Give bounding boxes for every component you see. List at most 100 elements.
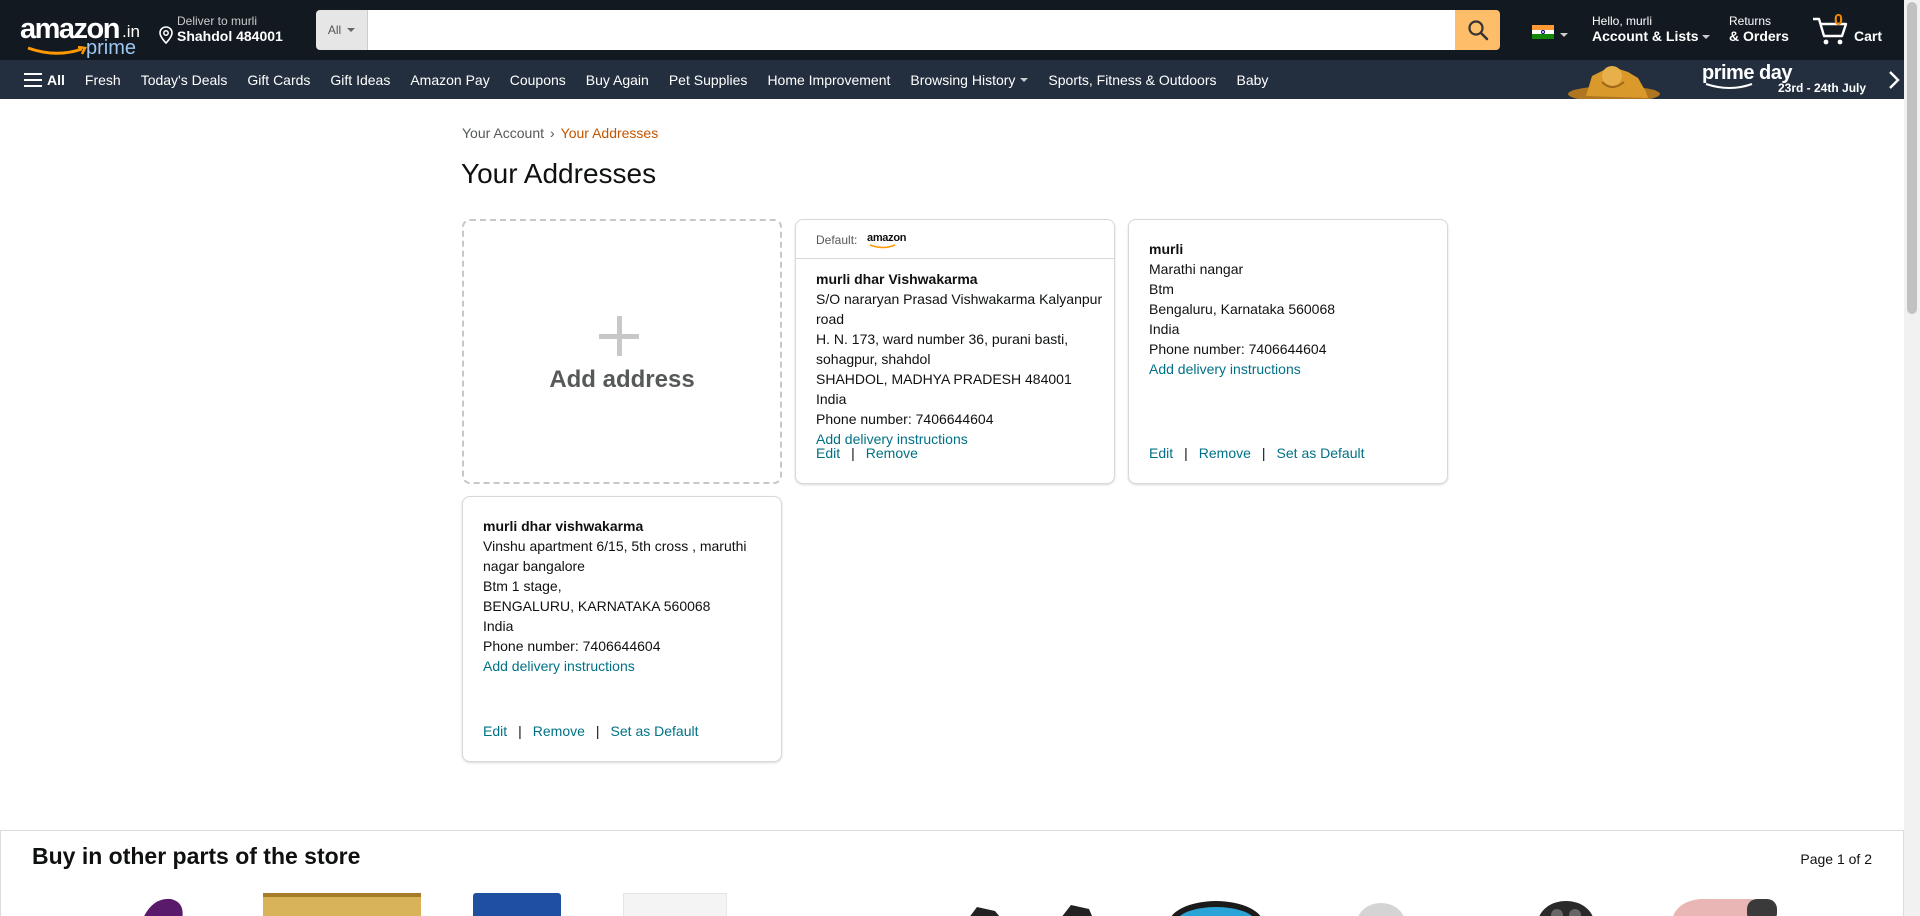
product-thumbnail[interactable] — [961, 893, 1131, 916]
edit-link[interactable]: Edit — [1149, 445, 1173, 461]
plus-icon — [599, 316, 639, 356]
buy-in-other-parts-section: Buy in other parts of the store Page 1 o… — [0, 830, 1904, 916]
scrollbar-thumb[interactable] — [1907, 2, 1917, 314]
product-thumbnail[interactable] — [131, 893, 191, 916]
all-menu-label: All — [47, 71, 65, 88]
returns-line2: & Orders — [1729, 28, 1789, 44]
edit-link[interactable]: Edit — [483, 723, 507, 739]
breadcrumb-your-account[interactable]: Your Account — [462, 125, 544, 141]
add-address-label: Add address — [549, 366, 695, 393]
nav-item-fresh[interactable]: Fresh — [75, 72, 131, 88]
prime-day-promo-banner[interactable]: prime day 23rd - 24th July — [1566, 60, 1904, 99]
nav-item-label: Today's Deals — [140, 71, 228, 88]
nav-item-label: Gift Cards — [247, 71, 311, 88]
set-as-default-link[interactable]: Set as Default — [611, 723, 699, 739]
nav-item-baby[interactable]: Baby — [1226, 72, 1278, 88]
remove-link[interactable]: Remove — [866, 445, 918, 461]
address-actions: Edit | Remove — [816, 445, 918, 461]
product-thumbnail[interactable] — [623, 893, 727, 916]
nav-item-label: Pet Supplies — [668, 71, 748, 88]
address-line: Marathi nangar — [1149, 261, 1244, 277]
remove-link[interactable]: Remove — [533, 723, 585, 739]
default-label: Default: — [816, 233, 858, 247]
product-thumbnail[interactable] — [1531, 893, 1601, 916]
address-text: murli dhar vishwakarma Vinshu apartment … — [483, 516, 773, 676]
set-as-default-link[interactable]: Set as Default — [1277, 445, 1365, 461]
nav-item-gift-ideas[interactable]: Gift Ideas — [320, 72, 400, 88]
product-thumbnail[interactable] — [1161, 893, 1271, 916]
add-address-card[interactable]: Add address — [462, 219, 782, 484]
nav-item-home-improvement[interactable]: Home Improvement — [757, 72, 900, 88]
address-text: murli Marathi nangar Btm Bengaluru, Karn… — [1149, 239, 1439, 379]
search-button[interactable] — [1455, 10, 1500, 50]
nav-item-label: Amazon Pay — [410, 71, 490, 88]
nav-belt: All Fresh Today's Deals Gift Cards Gift … — [0, 60, 1904, 99]
chevron-down-icon — [1560, 33, 1568, 37]
page-scrollbar[interactable] — [1904, 0, 1920, 916]
chevron-down-icon — [347, 28, 356, 32]
nav-item-label: Baby — [1236, 71, 1269, 88]
address-name: murli — [1149, 241, 1184, 257]
cart-icon — [1813, 17, 1848, 45]
address-text: murli dhar Vishwakarma S/O nararyan Pras… — [816, 269, 1106, 449]
page-title: Your Addresses — [461, 158, 657, 189]
location-pin-icon — [159, 26, 173, 44]
amazon-prime-logo[interactable]: amazon .in prime — [18, 12, 140, 59]
nav-item-sports-fitness[interactable]: Sports, Fitness & Outdoors — [1038, 72, 1226, 88]
address-line: Bengaluru, Karnataka 560068 — [1149, 301, 1336, 317]
address-name: murli dhar Vishwakarma — [816, 271, 978, 287]
product-thumbnail[interactable] — [263, 893, 421, 916]
search-category-label: All — [327, 23, 342, 37]
address-country: India — [483, 618, 514, 634]
smile-icon — [27, 46, 87, 55]
nav-item-label: Browsing History — [910, 71, 1016, 88]
chevron-right-icon[interactable] — [1888, 70, 1900, 90]
cart-count: 0 — [1834, 12, 1843, 29]
address-line: BENGALURU, KARNATAKA 560068 — [483, 598, 711, 614]
nav-item-gift-cards[interactable]: Gift Cards — [237, 72, 320, 88]
address-phone: Phone number: 7406644604 — [816, 411, 994, 427]
add-delivery-instructions-link[interactable]: Add delivery instructions — [483, 656, 773, 676]
address-line: SHAHDOL, MADHYA PRADESH 484001 — [816, 371, 1072, 387]
cart-button[interactable]: 0 Cart — [1810, 10, 1894, 50]
nav-item-pet-supplies[interactable]: Pet Supplies — [659, 72, 758, 88]
address-card: murli dhar vishwakarma Vinshu apartment … — [462, 496, 782, 762]
product-thumbnail[interactable] — [473, 893, 561, 916]
remove-link[interactable]: Remove — [1199, 445, 1251, 461]
divider: | — [595, 723, 600, 739]
section-title: Buy in other parts of the store — [32, 843, 361, 869]
edit-link[interactable]: Edit — [816, 445, 840, 461]
returns-and-orders[interactable]: Returns & Orders — [1729, 14, 1789, 44]
divider: | — [1261, 445, 1266, 461]
divider: | — [1184, 445, 1188, 461]
deliver-line1: Deliver to murli — [177, 14, 258, 28]
nav-item-buy-again[interactable]: Buy Again — [576, 72, 659, 88]
page-indicator: Page 1 of 2 — [1800, 851, 1872, 867]
logo-prime: prime — [86, 37, 137, 59]
nav-item-coupons[interactable]: Coupons — [500, 72, 576, 88]
account-greeting: Hello, murli — [1592, 14, 1653, 28]
search-input[interactable] — [368, 10, 1455, 50]
breadcrumb-separator: › — [550, 125, 555, 141]
cart-label: Cart — [1854, 28, 1883, 44]
account-lists-label: Account & Lists — [1592, 28, 1710, 44]
nav-item-todays-deals[interactable]: Today's Deals — [131, 72, 238, 88]
account-and-lists[interactable]: Hello, murli Account & Lists — [1592, 14, 1710, 44]
address-line: Btm — [1149, 281, 1174, 297]
add-delivery-instructions-link[interactable]: Add delivery instructions — [1149, 359, 1439, 379]
address-name: murli dhar vishwakarma — [483, 518, 644, 534]
address-line: S/O nararyan Prasad Vishwakarma Kalyanpu… — [816, 291, 1103, 327]
product-thumbnail[interactable] — [1351, 893, 1411, 916]
language-selector[interactable] — [1532, 24, 1568, 42]
search-category-dropdown[interactable]: All — [316, 10, 368, 50]
default-address-header: Default: amazon — [796, 220, 1114, 259]
all-menu-button[interactable]: All — [14, 72, 75, 88]
hamburger-icon — [24, 72, 42, 87]
product-thumbnail[interactable] — [1661, 893, 1781, 916]
address-phone: Phone number: 7406644604 — [483, 638, 661, 654]
nav-item-browsing-history[interactable]: Browsing History — [900, 72, 1038, 88]
nav-item-label: Home Improvement — [767, 71, 891, 88]
nav-item-amazon-pay[interactable]: Amazon Pay — [400, 72, 499, 88]
search-icon — [1467, 20, 1488, 41]
address-actions: Edit | Remove | Set as Default — [1149, 445, 1364, 461]
